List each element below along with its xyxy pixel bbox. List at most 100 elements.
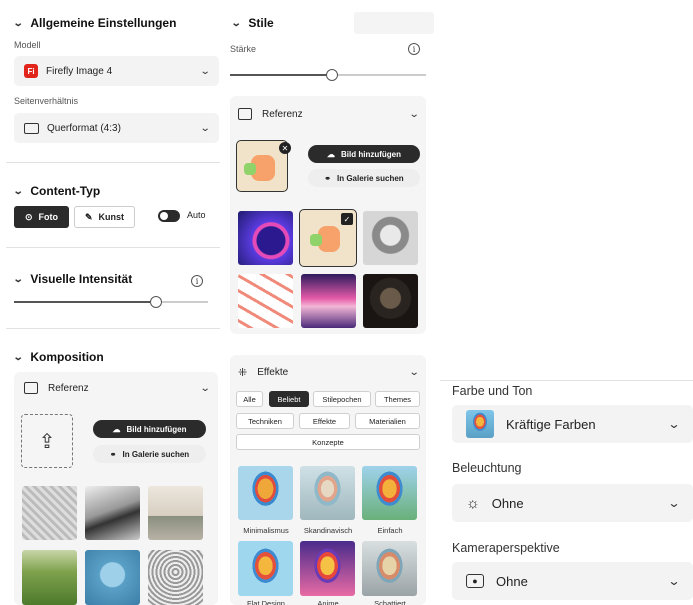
search-gallery-label: In Galerie suchen [122, 449, 190, 459]
photo-button[interactable]: ⊙ Foto [14, 206, 69, 228]
info-icon[interactable]: i [408, 43, 420, 55]
effect-thumb-anime[interactable] [300, 541, 355, 596]
composition-header[interactable]: ⌄ Komposition [13, 350, 104, 364]
chevron-down-icon: ⌄ [230, 17, 242, 29]
binoculars-icon: ⚭ [324, 173, 331, 183]
chevron-down-icon: ⌄ [12, 185, 24, 197]
slider-fill [230, 74, 326, 76]
add-image-button[interactable]: ☁ Bild hinzufügen [308, 145, 420, 163]
toggle-knob [160, 212, 168, 220]
visual-intensity-slider[interactable] [14, 295, 208, 309]
lighting-label: Beleuchtung [452, 461, 522, 475]
style-thumb-neon-figure[interactable] [238, 211, 293, 265]
binoculars-icon: ⚭ [109, 449, 117, 459]
color-tone-thumbnail [466, 410, 494, 438]
composition-title: Komposition [30, 350, 104, 364]
composition-thumb-sphere[interactable] [85, 550, 140, 605]
chevron-down-icon: ⌄ [199, 65, 211, 77]
remove-image-icon[interactable]: ✕ [279, 142, 291, 154]
reference-icon [24, 382, 38, 394]
composition-thumb-bird-sketch[interactable] [22, 486, 77, 540]
photo-label: Foto [38, 212, 59, 222]
camera-angle-label: Kameraperspektive [452, 541, 560, 555]
left-panel: ⌄ Allgemeine Einstellungen Modell Fi Fir… [0, 0, 222, 605]
composition-thumb-living-room[interactable] [148, 486, 203, 540]
effect-label-schattiert: Schattiert [374, 599, 406, 605]
color-tone-dropdown[interactable]: Kräftige Farben ⌄ [452, 405, 693, 443]
content-type-header[interactable]: ⌄ Content-Typ [12, 184, 101, 198]
style-reference-header[interactable]: Referenz ⌄ [238, 108, 420, 120]
chevron-down-icon: ⌄ [12, 273, 24, 285]
lightbulb-icon: ☼ [466, 494, 480, 512]
camera-angle-value: Ohne [496, 573, 528, 589]
checkmark-icon: ✓ [341, 213, 353, 225]
effects-tab-beliebt[interactable]: Beliebt [269, 391, 309, 407]
camera-angle-dropdown[interactable]: ● Ohne ⌄ [452, 562, 693, 600]
cuff-shape [244, 163, 256, 175]
strength-slider[interactable] [230, 68, 426, 82]
content-type-title: Content-Typ [30, 184, 101, 198]
search-gallery-button[interactable]: ⚭ In Galerie suchen [308, 169, 420, 187]
general-settings-header[interactable]: ⌄ Allgemeine Einstellungen [13, 16, 177, 30]
divider [440, 380, 693, 381]
color-tone-label: Farbe und Ton [452, 384, 533, 398]
chevron-down-icon: ⌄ [667, 417, 681, 431]
styles-header[interactable]: ⌄ Stile [230, 16, 274, 30]
divider [6, 247, 220, 248]
camera-icon: ⊙ [24, 211, 33, 222]
style-thumb-pink-clouds[interactable] [301, 274, 356, 328]
styles-header-placeholder [354, 12, 434, 34]
effects-tab-themes[interactable]: Themes [375, 391, 420, 407]
composition-reference-header[interactable]: Referenz ⌄ [24, 382, 210, 394]
cuff-shape [310, 234, 322, 246]
aspect-ratio-label: Seitenverhältnis [14, 96, 79, 106]
effects-tab-alle[interactable]: Alle [236, 391, 263, 407]
divider [6, 328, 220, 329]
art-button[interactable]: ✎ Kunst [74, 206, 135, 228]
effect-thumb-schattiert[interactable] [362, 541, 417, 596]
add-image-label: Bild hinzufügen [126, 424, 187, 434]
effect-thumb-flat-design[interactable] [238, 541, 293, 596]
composition-thumb-field-road[interactable] [22, 550, 77, 605]
effect-label-flat-design: Flat Design [247, 599, 285, 605]
effects-tab-konzepte[interactable]: Konzepte [236, 434, 420, 450]
effects-tab-stilepochen[interactable]: Stilepochen [313, 391, 371, 407]
effect-thumb-skandinavisch[interactable] [300, 466, 355, 520]
auto-toggle[interactable] [158, 210, 180, 222]
chevron-down-icon: ⌄ [667, 496, 681, 510]
effects-tab-materialien[interactable]: Materialien [355, 413, 420, 429]
info-icon[interactable]: i [191, 275, 203, 287]
chevron-down-icon: ⌄ [667, 574, 681, 588]
model-dropdown[interactable]: Fi Firefly Image 4 ⌄ [14, 56, 219, 86]
slider-handle[interactable] [150, 296, 162, 308]
lighting-dropdown[interactable]: ☼ Ohne ⌄ [452, 484, 693, 522]
style-thumb-man-portrait[interactable] [363, 274, 418, 328]
visual-intensity-header[interactable]: ⌄ Visuelle Intensität [12, 272, 133, 286]
aspect-ratio-dropdown[interactable]: Querformat (4:3) ⌄ [14, 113, 219, 143]
effect-thumb-minimalismus[interactable] [238, 466, 293, 520]
search-gallery-label: In Galerie suchen [337, 173, 404, 183]
art-label: Kunst [98, 212, 125, 222]
style-thumb-classical-bust[interactable] [363, 211, 418, 265]
effects-header[interactable]: ⁜ Effekte ⌄ [238, 366, 420, 379]
firefly-logo-icon: Fi [24, 64, 38, 78]
effect-thumb-einfach[interactable] [362, 466, 417, 520]
style-thumb-red-pattern[interactable] [238, 274, 293, 328]
composition-thumb-road-landscape[interactable] [85, 486, 140, 540]
reference-label: Referenz [262, 108, 303, 120]
model-label: Modell [14, 40, 41, 50]
slider-handle[interactable] [326, 69, 338, 81]
add-image-button[interactable]: ☁ Bild hinzufügen [93, 420, 206, 438]
chevron-down-icon: ⌄ [408, 367, 420, 378]
visual-intensity-title: Visuelle Intensität [30, 272, 133, 286]
upload-image-dropzone[interactable]: ⇪ [21, 414, 73, 468]
model-value: Firefly Image 4 [46, 65, 113, 77]
style-thumb-thumbs-up-selected[interactable]: ✓ [299, 209, 357, 267]
composition-thumb-owl-sketch[interactable] [148, 550, 203, 605]
effects-tab-effekte[interactable]: Effekte [299, 413, 350, 429]
camera-icon: ● [466, 574, 484, 588]
chevron-down-icon: ⌄ [408, 108, 420, 120]
app-root: ⌄ Allgemeine Einstellungen Modell Fi Fir… [0, 0, 693, 605]
search-gallery-button[interactable]: ⚭ In Galerie suchen [93, 445, 206, 463]
effects-tab-techniken[interactable]: Techniken [236, 413, 294, 429]
